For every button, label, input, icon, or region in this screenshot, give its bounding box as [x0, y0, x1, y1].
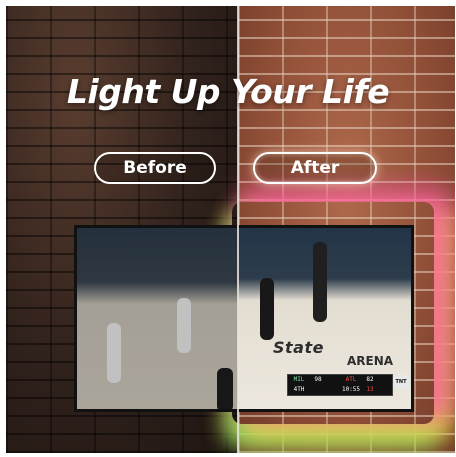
before-label: Before [94, 152, 216, 184]
team1-abbr: MIL [293, 376, 305, 383]
game-clock: 10:55 [341, 386, 361, 393]
quarter-label: 4TH [293, 386, 305, 393]
team2-abbr: ATL [345, 376, 357, 383]
player-figure [217, 368, 233, 409]
player-figure [107, 323, 121, 383]
player-figure [313, 242, 327, 322]
player-figure [177, 298, 191, 353]
scoreboard-overlay: MIL 98 ATL 82 4TH 10:55 13 [287, 374, 393, 396]
network-logo: TNT [393, 374, 409, 390]
team1-score: 98 [314, 376, 322, 383]
shot-clock: 13 [366, 386, 374, 393]
court-logo-subtext: ARENA [347, 354, 394, 368]
player-figure [260, 278, 274, 340]
tv-screen-before [77, 228, 238, 409]
television: State ARENA MIL 98 ATL 82 4TH 10:55 13 T… [74, 225, 414, 412]
team2-score: 82 [366, 376, 374, 383]
after-label: After [253, 152, 377, 184]
court-logo-text: State [273, 338, 324, 357]
headline: Light Up Your Life [66, 72, 390, 111]
